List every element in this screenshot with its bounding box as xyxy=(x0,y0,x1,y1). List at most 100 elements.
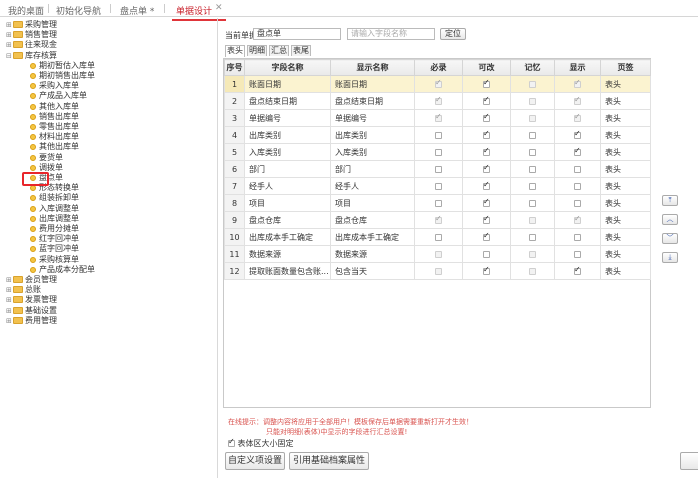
close-icon[interactable]: ✕ xyxy=(215,3,223,13)
collapse-icon[interactable]: ⊟ xyxy=(6,51,13,61)
expand-icon[interactable]: ⊞ xyxy=(6,40,13,50)
memory-checkbox[interactable] xyxy=(529,165,536,173)
tree-item[interactable]: 其他出库单 xyxy=(30,142,79,152)
tab-detail[interactable]: 明细 xyxy=(247,45,267,56)
memory-checkbox[interactable] xyxy=(529,233,536,241)
tree-item[interactable]: 其他入库单 xyxy=(30,102,79,112)
expand-icon[interactable]: ⊞ xyxy=(6,306,13,316)
editable-checkbox[interactable] xyxy=(483,265,490,275)
tree-folder[interactable]: ⊟ 库存核算 xyxy=(6,51,57,61)
col-header-tab[interactable]: 页签 xyxy=(600,59,651,76)
tab-summary[interactable]: 汇总 xyxy=(269,45,289,56)
tree-folder[interactable]: ⊞ 总账 xyxy=(6,285,41,295)
required-checkbox[interactable] xyxy=(435,199,442,207)
show-checkbox[interactable] xyxy=(574,182,581,190)
col-header-no[interactable]: 序号 xyxy=(224,59,245,76)
show-checkbox[interactable] xyxy=(574,199,581,207)
locate-button[interactable]: 定位 xyxy=(440,28,466,40)
editable-checkbox[interactable] xyxy=(483,163,490,173)
tab-footer[interactable]: 表尾 xyxy=(291,45,311,56)
memory-checkbox[interactable] xyxy=(529,131,536,139)
expand-icon[interactable]: ⊞ xyxy=(6,275,13,285)
table-row[interactable]: 1账面日期账面日期表头 xyxy=(224,75,651,93)
show-checkbox[interactable] xyxy=(574,250,581,258)
tree-item[interactable]: 红字回冲单 xyxy=(30,234,79,244)
col-header-required[interactable]: 必录 xyxy=(414,59,463,76)
col-header-field[interactable]: 字段名称 xyxy=(244,59,331,76)
col-header-memory[interactable]: 记忆 xyxy=(510,59,555,76)
tree-item[interactable]: 入库调整单 xyxy=(30,204,79,214)
tree-folder[interactable]: ⊞ 往来现金 xyxy=(6,40,57,50)
expand-icon[interactable]: ⊞ xyxy=(6,316,13,326)
tree-item[interactable]: 销售出库单 xyxy=(30,112,79,122)
editable-checkbox[interactable] xyxy=(483,129,490,139)
tab-stocktake-doc[interactable]: 盘点单 * xyxy=(120,4,154,17)
move-down-button[interactable]: ﹀ xyxy=(662,233,678,244)
custom-items-button[interactable]: 自定义项设置 xyxy=(225,452,285,470)
editable-checkbox[interactable] xyxy=(483,231,490,241)
fixed-size-checkbox[interactable] xyxy=(228,437,235,447)
editable-checkbox[interactable] xyxy=(483,78,490,88)
move-up-button[interactable]: ︿ xyxy=(662,214,678,225)
show-checkbox[interactable] xyxy=(574,265,581,275)
show-checkbox[interactable] xyxy=(574,146,581,156)
tree-folder[interactable]: ⊞ 销售管理 xyxy=(6,30,57,40)
col-header-editable[interactable]: 可改 xyxy=(462,59,511,76)
table-row[interactable]: 7经手人经手人表头 xyxy=(224,177,651,195)
show-checkbox[interactable] xyxy=(574,165,581,173)
memory-checkbox[interactable] xyxy=(529,182,536,190)
table-row[interactable]: 3单据编号单据编号表头 xyxy=(224,109,651,127)
show-checkbox[interactable] xyxy=(574,233,581,241)
tree-folder[interactable]: ⊞ 发票管理 xyxy=(6,295,57,305)
editable-checkbox[interactable] xyxy=(483,250,490,258)
required-checkbox[interactable] xyxy=(435,233,442,241)
tree-folder[interactable]: ⊞ 采购管理 xyxy=(6,20,57,30)
ref-attributes-button[interactable]: 引用基础档案属性 xyxy=(289,452,369,470)
table-row[interactable]: 11 数据来源 数据来源 表头 xyxy=(224,245,651,263)
required-checkbox[interactable] xyxy=(435,165,442,173)
editable-checkbox[interactable] xyxy=(483,180,490,190)
partial-right-button[interactable] xyxy=(680,452,698,470)
required-checkbox[interactable] xyxy=(435,182,442,190)
col-header-show[interactable]: 显示 xyxy=(554,59,601,76)
col-header-display[interactable]: 显示名称 xyxy=(330,59,415,76)
tab-desktop[interactable]: 我的桌面 xyxy=(8,4,44,17)
move-bottom-button[interactable]: ⤓ xyxy=(662,252,678,263)
editable-checkbox[interactable] xyxy=(483,197,490,207)
tree-folder[interactable]: ⊞ 会员管理 xyxy=(6,275,57,285)
field-search-input[interactable]: 请输入字段名称 xyxy=(347,28,435,40)
table-row[interactable]: 10出库成本手工确定出库成本手工确定表头 xyxy=(224,228,651,246)
table-row[interactable]: 6部门部门表头 xyxy=(224,160,651,178)
tab-doc-design[interactable]: 单据设计 xyxy=(171,4,227,21)
table-row[interactable]: 2盘点结束日期盘点结束日期表头 xyxy=(224,92,651,110)
expand-icon[interactable]: ⊞ xyxy=(6,295,13,305)
tree-item[interactable]: 费用分摊单 xyxy=(30,224,79,234)
memory-checkbox[interactable] xyxy=(529,148,536,156)
expand-icon[interactable]: ⊞ xyxy=(6,30,13,40)
tree-item[interactable]: 采购入库单 xyxy=(30,81,79,91)
current-doc-field[interactable]: 盘点单 xyxy=(253,28,341,40)
table-row[interactable]: 8项目项目表头 xyxy=(224,194,651,212)
required-checkbox[interactable] xyxy=(435,148,442,156)
tab-header[interactable]: 表头 xyxy=(225,45,245,57)
tree-item[interactable]: 采购核算单 xyxy=(30,255,79,265)
editable-checkbox[interactable] xyxy=(483,146,490,156)
show-checkbox[interactable] xyxy=(574,129,581,139)
tab-init-nav[interactable]: 初始化导航 xyxy=(56,4,101,17)
move-top-button[interactable]: ⤒ xyxy=(662,195,678,206)
required-checkbox[interactable] xyxy=(435,131,442,139)
table-row[interactable]: 9盘点仓库盘点仓库表头 xyxy=(224,211,651,229)
tree-item[interactable]: 蓝字回冲单 xyxy=(30,244,79,254)
table-row[interactable]: 4出库类别出库类别表头 xyxy=(224,126,651,144)
tree-item[interactable]: 产成品入库单 xyxy=(30,91,87,101)
editable-checkbox[interactable] xyxy=(483,214,490,224)
tree-item[interactable]: 材料出库单 xyxy=(30,132,79,142)
editable-checkbox[interactable] xyxy=(483,95,490,105)
table-row[interactable]: 5入库类别入库类别表头 xyxy=(224,143,651,161)
tree-folder[interactable]: ⊞ 费用管理 xyxy=(6,316,57,326)
tree-folder[interactable]: ⊞ 基础设置 xyxy=(6,306,57,316)
expand-icon[interactable]: ⊞ xyxy=(6,285,13,295)
tree-item[interactable]: 期初销售出库单 xyxy=(30,71,95,81)
tree-item[interactable]: 组装拆卸单 xyxy=(30,193,79,203)
tree-item[interactable]: 要货单 xyxy=(30,153,63,163)
